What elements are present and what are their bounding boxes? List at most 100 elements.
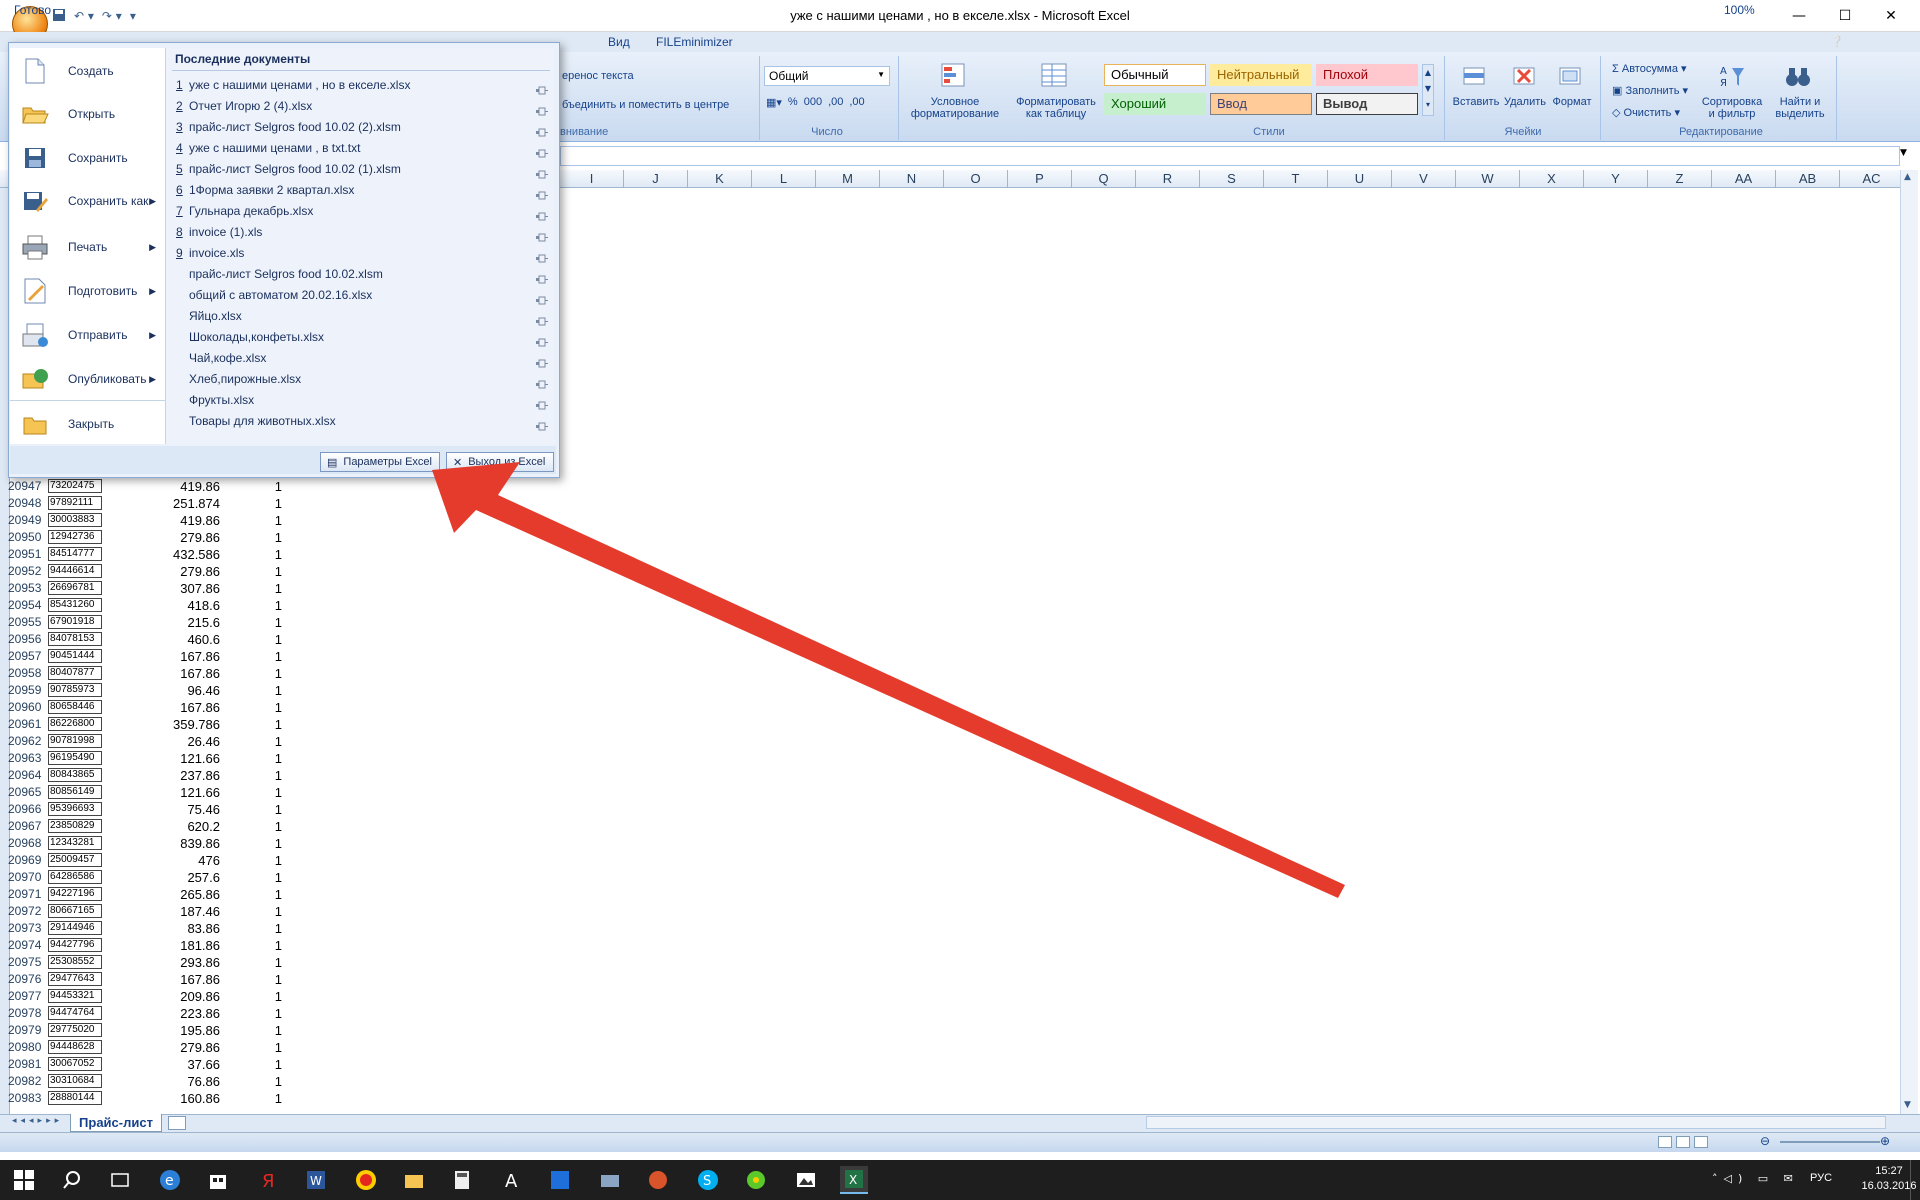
quantity-cell[interactable]: 1 [240,767,282,784]
product-code-cell[interactable]: 94227196 [48,887,102,901]
minimize-button[interactable]: — [1776,0,1822,32]
price-cell[interactable]: 237.86 [140,767,220,784]
zoom-slider[interactable] [1780,1141,1880,1143]
pin-icon[interactable] [536,207,548,221]
scanner-icon[interactable] [596,1166,624,1194]
row-number[interactable]: 20953 [8,580,48,597]
recent-document-item[interactable]: 1 уже с нашими ценами , но в екселе.xlsx [172,75,552,96]
quantity-cell[interactable]: 1 [240,665,282,682]
quantity-cell[interactable]: 1 [240,750,282,767]
recent-document-item[interactable]: 8 invoice (1).xls [172,222,552,243]
column-header-cell[interactable]: O [944,170,1008,188]
quantity-cell[interactable]: 1 [240,546,282,563]
quantity-cell[interactable]: 1 [240,699,282,716]
style-input[interactable]: Ввод [1210,93,1312,115]
sheet-nav-icon[interactable]: ◂◂◂▸▸▸ [12,1116,63,1126]
price-cell[interactable]: 620.2 [140,818,220,835]
row-number[interactable]: 20970 [8,869,48,886]
product-code-cell[interactable]: 90451444 [48,649,102,663]
column-header-cell[interactable]: T [1264,170,1328,188]
quantity-cell[interactable]: 1 [240,614,282,631]
pin-icon[interactable] [536,333,548,347]
row-number[interactable]: 20973 [8,920,48,937]
column-header-cell[interactable]: U [1328,170,1392,188]
number-format-select[interactable]: Общий ▼ [764,66,890,86]
price-cell[interactable]: 160.86 [140,1090,220,1107]
price-cell[interactable]: 419.86 [140,512,220,529]
column-header-cell[interactable]: W [1456,170,1520,188]
maximize-button[interactable]: ☐ [1822,0,1868,32]
product-code-cell[interactable]: 30003883 [48,513,102,527]
search-icon[interactable] [58,1166,86,1194]
quantity-cell[interactable]: 1 [240,818,282,835]
recent-document-item[interactable]: Шоколады,конфеты.xlsx [172,327,552,348]
price-cell[interactable]: 167.86 [140,665,220,682]
percent-button[interactable]: % [788,96,798,109]
photos-icon[interactable] [792,1166,820,1194]
autosum-button[interactable]: Σ Автосумма ▾ [1612,62,1687,75]
product-code-cell[interactable]: 73202475 [48,479,102,493]
styles-scroll[interactable]: ▲ ▼ ▾ [1422,64,1434,116]
word-icon[interactable]: W [302,1166,330,1194]
price-cell[interactable]: 121.66 [140,750,220,767]
product-code-cell[interactable]: 29477643 [48,972,102,986]
quantity-cell[interactable]: 1 [240,512,282,529]
column-header-cell[interactable]: X [1520,170,1584,188]
pin-icon[interactable] [536,354,548,368]
row-number[interactable]: 20962 [8,733,48,750]
price-cell[interactable]: 251.874 [140,495,220,512]
price-cell[interactable]: 359.786 [140,716,220,733]
style-good[interactable]: Хороший [1104,93,1206,115]
recent-document-item[interactable]: 6 1Форма заявки 2 квартал.xlsx [172,180,552,201]
price-cell[interactable]: 223.86 [140,1005,220,1022]
scroll-down-icon[interactable]: ▼ [1904,1100,1911,1110]
show-desktop-button[interactable] [1910,1160,1920,1200]
product-code-cell[interactable]: 94453321 [48,989,102,1003]
office-menu-item[interactable]: Опубликовать ▶ [10,358,166,400]
row-number[interactable]: 20980 [8,1039,48,1056]
style-bad[interactable]: Плохой [1316,64,1418,86]
quantity-cell[interactable]: 1 [240,903,282,920]
row-number[interactable]: 20983 [8,1090,48,1107]
price-cell[interactable]: 167.86 [140,648,220,665]
row-number[interactable]: 20955 [8,614,48,631]
office-menu-item[interactable]: Открыть [10,93,166,135]
customize-qat-icon[interactable]: ▾ [130,9,136,23]
sort-filter-button[interactable]: Сортировка и фильтр [1692,96,1772,120]
pin-icon[interactable] [536,165,548,179]
zoom-out-icon[interactable]: ⊖ [1760,1134,1770,1148]
column-header-cell[interactable]: M [816,170,880,188]
quantity-cell[interactable]: 1 [240,1090,282,1107]
quantity-cell[interactable]: 1 [240,852,282,869]
product-code-cell[interactable]: 28880144 [48,1091,102,1105]
price-cell[interactable]: 460.6 [140,631,220,648]
pin-icon[interactable] [536,291,548,305]
row-number[interactable]: 20950 [8,529,48,546]
price-cell[interactable]: 476 [140,852,220,869]
price-cell[interactable]: 181.86 [140,937,220,954]
column-header-cell[interactable]: Y [1584,170,1648,188]
row-number[interactable]: 20972 [8,903,48,920]
row-number[interactable]: 20956 [8,631,48,648]
recent-document-item[interactable]: Товары для животных.xlsx [172,411,552,432]
quantity-cell[interactable]: 1 [240,801,282,818]
quantity-cell[interactable]: 1 [240,920,282,937]
quantity-cell[interactable]: 1 [240,971,282,988]
style-neutral[interactable]: Нейтральный [1210,64,1312,86]
quantity-cell[interactable]: 1 [240,495,282,512]
row-number[interactable]: 20978 [8,1005,48,1022]
row-number[interactable]: 20966 [8,801,48,818]
product-code-cell[interactable]: 90785973 [48,683,102,697]
product-code-cell[interactable]: 23850829 [48,819,102,833]
skype-icon[interactable]: S [694,1166,722,1194]
row-number[interactable]: 20969 [8,852,48,869]
recent-document-item[interactable]: Фрукты.xlsx [172,390,552,411]
conditional-format-button[interactable]: Условное форматирование [904,96,1006,120]
column-header-cell[interactable]: AC [1840,170,1904,188]
acrobat-icon[interactable]: A [498,1166,526,1194]
quantity-cell[interactable]: 1 [240,733,282,750]
recent-document-item[interactable]: Яйцо.xlsx [172,306,552,327]
tab-fileminimizer[interactable]: FILEminimizer [656,35,733,49]
format-button[interactable]: Формат [1548,96,1596,108]
quantity-cell[interactable]: 1 [240,563,282,580]
